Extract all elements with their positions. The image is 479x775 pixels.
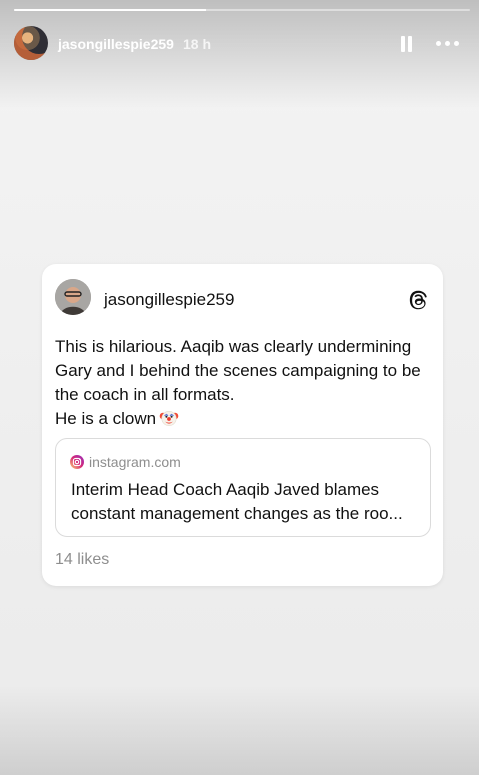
post-line: Gary and I behind the scenes campaigning… <box>55 361 421 380</box>
story-progress-bar <box>14 9 470 11</box>
post-line: This is hilarious. Aaqib was clearly und… <box>55 337 412 356</box>
post-second-paragraph: He is a clown <box>55 409 157 428</box>
story-progress-fill <box>14 9 206 11</box>
threads-post-card[interactable]: jasongillespie259 This is hilarious. Aaq… <box>42 264 443 586</box>
story-username[interactable]: jasongillespie259 <box>58 36 174 52</box>
avatar[interactable] <box>14 26 48 60</box>
link-preview-card[interactable]: instagram.com Interim Head Coach Aaqib J… <box>55 438 431 537</box>
story-header: jasongillespie259 18 h <box>14 26 466 62</box>
post-line-clown: He is a clown <box>55 407 433 431</box>
bottom-gradient <box>0 685 479 775</box>
link-domain: instagram.com <box>89 454 181 470</box>
post-avatar <box>55 279 91 315</box>
instagram-icon <box>70 455 84 469</box>
story-timestamp: 18 h <box>183 36 212 52</box>
story-viewer: jasongillespie259 18 h jasongillespie259… <box>0 0 479 775</box>
post-body: This is hilarious. Aaqib was clearly und… <box>55 335 433 431</box>
threads-icon[interactable] <box>407 289 429 311</box>
clown-face-icon <box>159 411 179 426</box>
post-username[interactable]: jasongillespie259 <box>104 290 234 310</box>
likes-count[interactable]: 14 likes <box>55 551 109 569</box>
link-title-line: Interim Head Coach Aaqib Javed blames <box>71 480 380 499</box>
more-options-icon[interactable] <box>434 34 462 54</box>
post-line: the coach in all formats. <box>55 385 235 404</box>
pause-icon[interactable] <box>398 35 414 53</box>
link-title-line: constant management changes as the roo..… <box>71 504 403 523</box>
link-title: Interim Head Coach Aaqib Javed blames co… <box>71 478 421 526</box>
